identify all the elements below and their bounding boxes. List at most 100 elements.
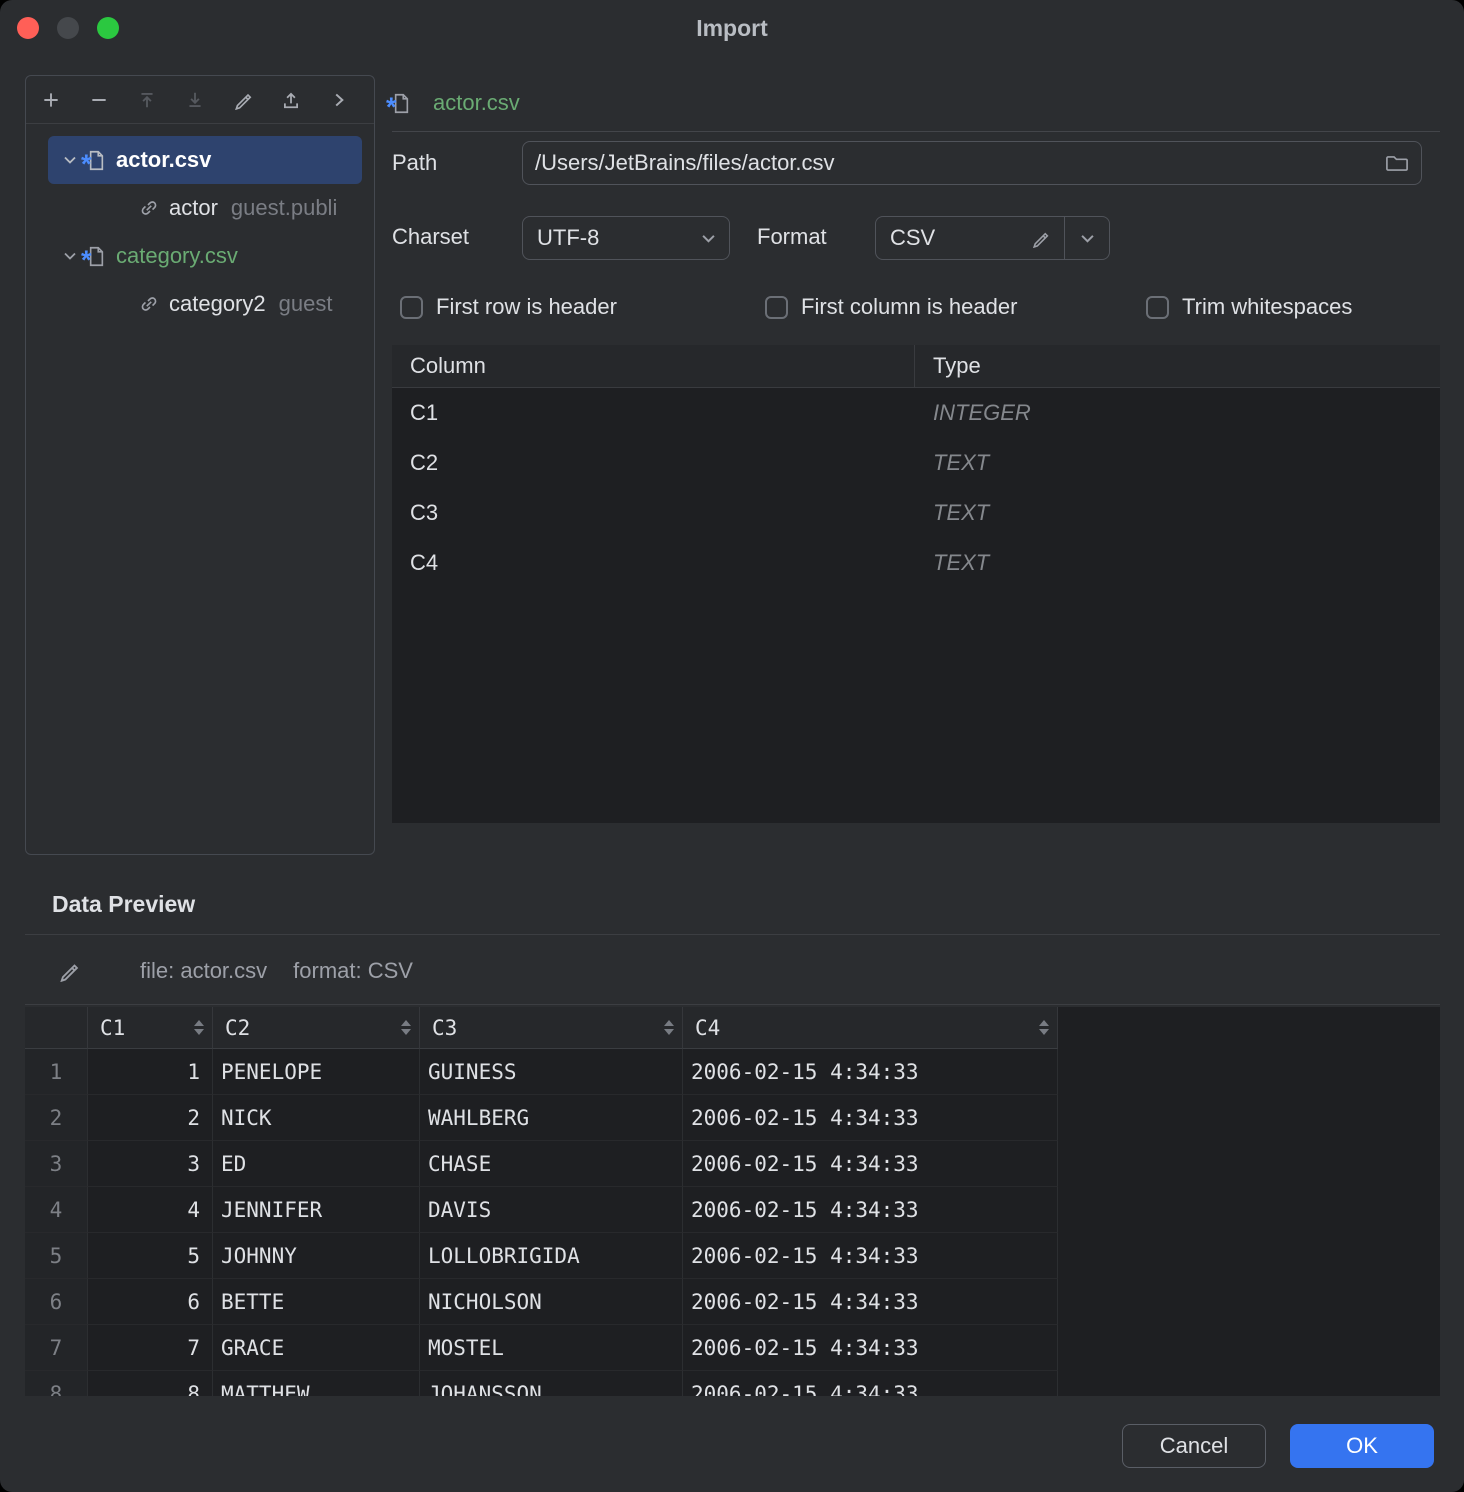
first-row-header-checkbox[interactable]: First row is header xyxy=(400,294,617,320)
sort-icon[interactable] xyxy=(401,1020,411,1035)
grid-cell[interactable]: ED xyxy=(213,1141,420,1187)
grid-cell[interactable]: JENNIFER xyxy=(213,1187,420,1233)
grid-cell[interactable]: 3 xyxy=(88,1141,213,1187)
grid-cell[interactable]: 2006-02-15 4:34:33 xyxy=(683,1049,1058,1095)
table-row[interactable]: C4 TEXT xyxy=(392,538,1440,588)
grid-row[interactable]: 6 6 BETTE NICHOLSON 2006-02-15 4:34:33 xyxy=(25,1279,1058,1325)
tree-item-actor-mapping[interactable]: actor guest.publi xyxy=(26,184,374,232)
minimize-window-button[interactable] xyxy=(57,17,79,39)
grid-column-header[interactable]: C1 xyxy=(88,1007,213,1049)
sort-icon[interactable] xyxy=(1039,1020,1049,1035)
path-value: /Users/JetBrains/files/actor.csv xyxy=(535,150,1385,176)
tree-item-category-csv[interactable]: * category.csv xyxy=(26,232,374,280)
grid-cell[interactable]: LOLLOBRIGIDA xyxy=(420,1233,683,1279)
tree-item-category-mapping[interactable]: category2 guest xyxy=(26,280,374,328)
data-preview-grid: C1 C2 C3 C4 1 1 PENELOPE GUINESS 2006-02… xyxy=(25,1007,1440,1396)
link-icon xyxy=(139,198,159,218)
trim-whitespaces-checkbox[interactable]: Trim whitespaces xyxy=(1146,294,1352,320)
grid-cell[interactable]: 2006-02-15 4:34:33 xyxy=(683,1095,1058,1141)
grid-cell[interactable]: 2006-02-15 4:34:33 xyxy=(683,1279,1058,1325)
column-name-cell[interactable]: C1 xyxy=(392,400,915,426)
grid-cell[interactable]: 2006-02-15 4:34:33 xyxy=(683,1187,1058,1233)
remove-icon[interactable] xyxy=(88,89,110,111)
edit-icon[interactable] xyxy=(1031,229,1050,248)
grid-row[interactable]: 8 8 MATTHEW JOHANSSON 2006-02-15 4:34:33 xyxy=(25,1371,1058,1396)
grid-cell[interactable]: JOHANSSON xyxy=(420,1371,683,1396)
grid-cell[interactable]: JOHNNY xyxy=(213,1233,420,1279)
chevron-right-icon[interactable] xyxy=(328,89,350,111)
grid-cell[interactable]: 5 xyxy=(88,1233,213,1279)
column-type-cell[interactable]: TEXT xyxy=(915,500,1440,526)
grid-column-header[interactable]: C4 xyxy=(683,1007,1058,1049)
move-down-icon[interactable] xyxy=(184,89,206,111)
cancel-button[interactable]: Cancel xyxy=(1122,1424,1266,1468)
grid-cell[interactable]: 2006-02-15 4:34:33 xyxy=(683,1371,1058,1396)
grid-cell[interactable]: 4 xyxy=(88,1187,213,1233)
add-icon[interactable] xyxy=(40,89,62,111)
zoom-window-button[interactable] xyxy=(97,17,119,39)
grid-row[interactable]: 4 4 JENNIFER DAVIS 2006-02-15 4:34:33 xyxy=(25,1187,1058,1233)
grid-cell[interactable]: MATTHEW xyxy=(213,1371,420,1396)
grid-column-header[interactable]: C3 xyxy=(420,1007,683,1049)
grid-cell[interactable]: 2006-02-15 4:34:33 xyxy=(683,1233,1058,1279)
grid-cell[interactable]: GRACE xyxy=(213,1325,420,1371)
grid-cell[interactable]: WAHLBERG xyxy=(420,1095,683,1141)
checkbox-label: First column is header xyxy=(801,294,1017,320)
first-column-header-checkbox[interactable]: First column is header xyxy=(765,294,1017,320)
grid-cell[interactable]: 1 xyxy=(88,1049,213,1095)
sort-icon[interactable] xyxy=(194,1020,204,1035)
checkbox-icon[interactable] xyxy=(765,296,788,319)
grid-column-header[interactable]: C2 xyxy=(213,1007,420,1049)
grid-row[interactable]: 5 5 JOHNNY LOLLOBRIGIDA 2006-02-15 4:34:… xyxy=(25,1233,1058,1279)
title-bar: Import xyxy=(0,0,1464,56)
import-sources-panel: * actor.csv actor guest.publi * category… xyxy=(25,75,375,855)
grid-cell[interactable]: 6 xyxy=(88,1279,213,1325)
checkbox-icon[interactable] xyxy=(400,296,423,319)
grid-cell[interactable]: CHASE xyxy=(420,1141,683,1187)
grid-row[interactable]: 7 7 GRACE MOSTEL 2006-02-15 4:34:33 xyxy=(25,1325,1058,1371)
grid-cell[interactable]: 2006-02-15 4:34:33 xyxy=(683,1141,1058,1187)
grid-cell[interactable]: GUINESS xyxy=(420,1049,683,1095)
grid-cell[interactable]: NICK xyxy=(213,1095,420,1141)
columns-table-header: Column Type xyxy=(392,345,1440,388)
column-name-cell[interactable]: C4 xyxy=(392,550,915,576)
type-header-cell[interactable]: Type xyxy=(915,345,1440,387)
checkbox-icon[interactable] xyxy=(1146,296,1169,319)
table-row[interactable]: C2 TEXT xyxy=(392,438,1440,488)
grid-cell[interactable]: 2006-02-15 4:34:33 xyxy=(683,1325,1058,1371)
close-window-button[interactable] xyxy=(17,17,39,39)
chevron-down-icon[interactable] xyxy=(61,247,79,265)
path-input[interactable]: /Users/JetBrains/files/actor.csv xyxy=(522,141,1422,185)
column-type-cell[interactable]: TEXT xyxy=(915,550,1440,576)
format-dropdown-button[interactable] xyxy=(1064,216,1110,260)
column-type-cell[interactable]: TEXT xyxy=(915,450,1440,476)
grid-row[interactable]: 2 2 NICK WAHLBERG 2006-02-15 4:34:33 xyxy=(25,1095,1058,1141)
edit-icon[interactable] xyxy=(58,960,80,982)
grid-cell[interactable]: 2 xyxy=(88,1095,213,1141)
sort-icon[interactable] xyxy=(664,1020,674,1035)
grid-cell[interactable]: 8 xyxy=(88,1371,213,1396)
column-name-cell[interactable]: C3 xyxy=(392,500,915,526)
tree-item-actor-csv[interactable]: * actor.csv xyxy=(48,136,362,184)
charset-select[interactable]: UTF-8 xyxy=(522,216,730,260)
grid-cell[interactable]: DAVIS xyxy=(420,1187,683,1233)
chevron-down-icon[interactable] xyxy=(61,151,79,169)
grid-cell[interactable]: NICHOLSON xyxy=(420,1279,683,1325)
grid-row[interactable]: 3 3 ED CHASE 2006-02-15 4:34:33 xyxy=(25,1141,1058,1187)
edit-icon[interactable] xyxy=(232,89,254,111)
grid-row[interactable]: 1 1 PENELOPE GUINESS 2006-02-15 4:34:33 xyxy=(25,1049,1058,1095)
column-header-cell[interactable]: Column xyxy=(392,345,915,387)
grid-cell[interactable]: BETTE xyxy=(213,1279,420,1325)
grid-cell[interactable]: MOSTEL xyxy=(420,1325,683,1371)
move-up-icon[interactable] xyxy=(136,89,158,111)
grid-cell[interactable]: 7 xyxy=(88,1325,213,1371)
table-row[interactable]: C1 INTEGER xyxy=(392,388,1440,438)
column-type-cell[interactable]: INTEGER xyxy=(915,400,1440,426)
table-row[interactable]: C3 TEXT xyxy=(392,488,1440,538)
folder-icon[interactable] xyxy=(1385,154,1409,173)
grid-cell[interactable]: PENELOPE xyxy=(213,1049,420,1095)
export-icon[interactable] xyxy=(280,89,302,111)
ok-button[interactable]: OK xyxy=(1290,1424,1434,1468)
format-value-box[interactable]: CSV xyxy=(875,216,1065,260)
column-name-cell[interactable]: C2 xyxy=(392,450,915,476)
